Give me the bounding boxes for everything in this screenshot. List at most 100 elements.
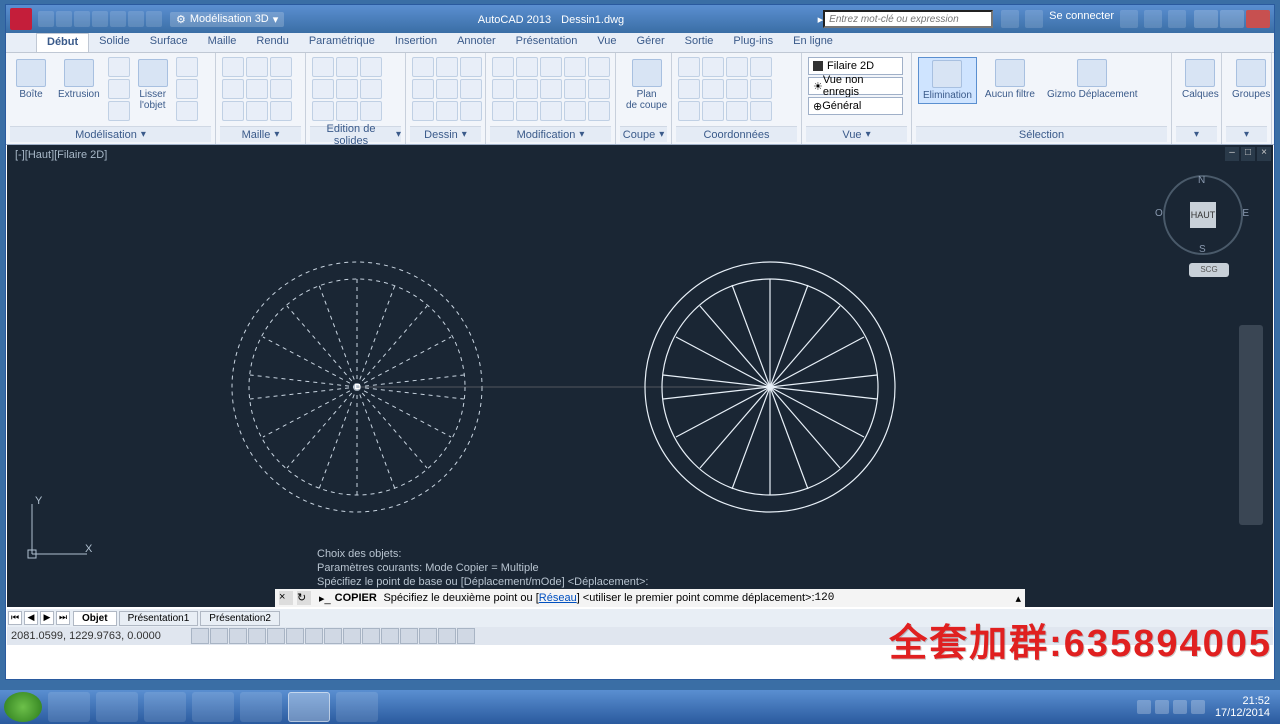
first-tab-icon[interactable]: ⏮ [8,611,22,625]
vp-minimize-icon[interactable]: – [1225,147,1239,161]
tool-icon[interactable] [412,79,434,99]
chevron-up-icon[interactable]: ▴ [1015,592,1021,605]
groupes-button[interactable]: Groupes [1228,57,1274,102]
tool-icon[interactable] [436,101,458,121]
polar-toggle[interactable] [248,628,266,644]
tool-icon[interactable] [412,57,434,77]
tab-annoter[interactable]: Annoter [447,33,506,52]
tool-icon[interactable] [702,101,724,121]
sc-toggle[interactable] [419,628,437,644]
tool-icon[interactable] [336,101,358,121]
tool-icon[interactable] [492,79,514,99]
tool-icon[interactable] [108,57,130,77]
elimination-button[interactable]: Elimination [918,57,977,104]
taskbar-mediaplayer[interactable] [144,692,186,722]
panel-title[interactable]: Coordonnées [676,126,797,142]
tool-icon[interactable] [516,79,538,99]
tab-sortie[interactable]: Sortie [675,33,724,52]
tray-volume-icon[interactable] [1191,700,1205,714]
search-icon[interactable] [1001,10,1019,28]
workspace-selector[interactable]: ⚙ Modélisation 3D ▾ [170,12,284,27]
tool-icon[interactable] [588,79,610,99]
tab-presentation[interactable]: Présentation [506,33,588,52]
tab-rendu[interactable]: Rendu [246,33,298,52]
tab-debut[interactable]: Début [36,33,89,52]
tab-solide[interactable]: Solide [89,33,140,52]
tool-icon[interactable] [108,79,130,99]
qat-open-icon[interactable] [56,11,72,27]
qat-new-icon[interactable] [38,11,54,27]
tool-icon[interactable] [436,79,458,99]
tool-icon[interactable] [222,101,244,121]
tool-icon[interactable] [726,79,748,99]
coordinates-readout[interactable]: 2081.0599, 1229.9763, 0.0000 [11,630,161,642]
tool-icon[interactable] [516,57,538,77]
gizmo-button[interactable]: Gizmo Déplacement [1043,57,1142,102]
panel-title[interactable]: Modification ▾ [490,126,611,142]
taskbar-explorer[interactable] [96,692,138,722]
next-tab-icon[interactable]: ▶ [40,611,54,625]
tool-icon[interactable] [460,101,482,121]
extrusion-button[interactable]: Extrusion [54,57,104,102]
calques-button[interactable]: Calques [1178,57,1223,102]
tab-insertion[interactable]: Insertion [385,33,447,52]
qat-redo-icon[interactable] [146,11,162,27]
tool-icon[interactable] [246,57,268,77]
am-toggle[interactable] [438,628,456,644]
search-input[interactable] [823,10,993,28]
tray-icon[interactable] [1155,700,1169,714]
lwt-toggle[interactable] [362,628,380,644]
tool-icon[interactable] [360,79,382,99]
tool-icon[interactable] [360,57,382,77]
ortho-toggle[interactable] [229,628,247,644]
tool-icon[interactable] [678,57,700,77]
grid-toggle[interactable] [210,628,228,644]
panel-title[interactable]: Dessin ▾ [410,126,481,142]
taskbar-autocad[interactable] [288,692,330,722]
tool-icon[interactable] [222,79,244,99]
navigation-bar[interactable] [1239,325,1263,525]
cloud-icon[interactable] [1144,10,1162,28]
vp-close-icon[interactable]: × [1257,147,1271,161]
tool-icon[interactable] [540,79,562,99]
panel-title[interactable]: Sélection [916,126,1167,142]
layer-filaire-combo[interactable]: Filaire 2D [808,57,903,75]
tool-icon[interactable] [412,101,434,121]
tab-maille[interactable]: Maille [198,33,247,52]
vp-maximize-icon[interactable]: □ [1241,147,1255,161]
tool-icon[interactable] [516,101,538,121]
model-toggle[interactable] [457,628,475,644]
tool-icon[interactable] [336,57,358,77]
qat-save-icon[interactable] [74,11,90,27]
boite-button[interactable]: Boîte [12,57,50,102]
tool-icon[interactable] [726,57,748,77]
tray-icon[interactable] [1137,700,1151,714]
command-option-reseau[interactable]: Réseau [539,592,577,604]
aucun-filtre-button[interactable]: Aucun filtre [981,57,1039,102]
taskbar-chrome[interactable] [192,692,234,722]
drawing-viewport[interactable]: [-][Haut][Filaire 2D] – □ × [7,145,1273,607]
tool-icon[interactable] [246,101,268,121]
qp-toggle[interactable] [400,628,418,644]
tool-icon[interactable] [270,57,292,77]
panel-title[interactable]: Maille ▾ [220,126,301,142]
maximize-button[interactable] [1220,10,1244,28]
panel-title[interactable]: Edition de solides ▾ [310,126,401,142]
tool-icon[interactable] [678,79,700,99]
tray-network-icon[interactable] [1173,700,1187,714]
tool-icon[interactable] [436,57,458,77]
snap-toggle[interactable] [191,628,209,644]
qat-undo-icon[interactable] [128,11,144,27]
recent-cmd-icon[interactable]: ↻ [297,591,311,605]
taskbar-ie[interactable] [48,692,90,722]
viewcube-north[interactable]: N [1198,175,1205,186]
tool-icon[interactable] [750,101,772,121]
tool-icon[interactable] [564,57,586,77]
panel-title[interactable]: Vue ▾ [806,126,907,142]
tab-gerer[interactable]: Gérer [627,33,675,52]
tool-icon[interactable] [726,101,748,121]
close-button[interactable] [1246,10,1270,28]
viewcube[interactable]: HAUT N S E O [1163,175,1243,255]
tool-icon[interactable] [312,57,334,77]
tab-presentation1[interactable]: Présentation1 [119,611,199,626]
